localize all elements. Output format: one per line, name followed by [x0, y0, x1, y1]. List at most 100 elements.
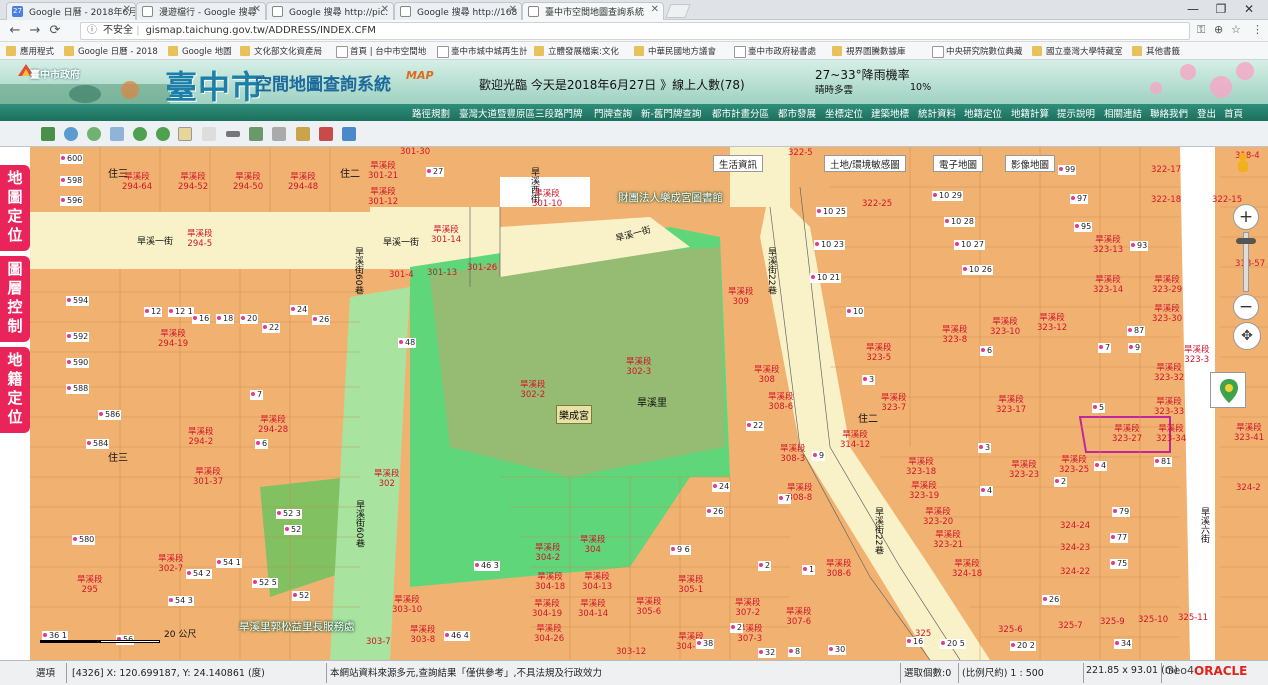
tab-google-calendar[interactable]: 27 Google 日曆 - 2018年6月 ✕ [6, 2, 136, 20]
parcel-label[interactable]: 301-4 [389, 270, 414, 280]
parcel-label[interactable]: 旱溪段 323-18 [906, 457, 936, 477]
parcel-label[interactable]: 旱溪段 323-19 [909, 481, 939, 501]
parcel-label[interactable]: 旱溪段 294-64 [122, 172, 152, 192]
parcel-label[interactable]: 旱溪段 307-6 [786, 607, 812, 627]
parcel-label[interactable]: 旱溪段 305-1 [678, 575, 704, 595]
chart-icon[interactable] [319, 127, 333, 141]
menu-door-number[interactable]: 門牌查詢 [594, 106, 632, 120]
minimize-icon[interactable]: — [1180, 0, 1206, 18]
zoom-minus-icon[interactable] [156, 127, 170, 141]
parcel-label[interactable]: 旱溪段 323-12 [1037, 313, 1067, 333]
menu-route-planning[interactable]: 路徑規劃 [412, 106, 450, 120]
bookmark-sinica[interactable]: 中央研究院數位典藏 [932, 45, 1023, 58]
layer-land-environment-button[interactable]: 土地/環境敏感圖 [824, 155, 906, 172]
bookmark-ntu[interactable]: 國立臺灣大學特藏室 [1032, 45, 1123, 57]
parcel-label[interactable]: 322-17 [1151, 165, 1181, 175]
parcel-label[interactable]: 旱溪段 324-18 [952, 559, 982, 579]
parcel-label[interactable]: 旱溪段 302-3 [626, 357, 652, 377]
parcel-label[interactable]: 325-7 [1058, 621, 1083, 631]
parcel-label[interactable]: 旱溪段 323-34 [1156, 424, 1186, 444]
parcel-label[interactable]: 旱溪段 294-19 [158, 329, 188, 349]
forward-icon[interactable]: → [26, 22, 44, 40]
parcel-label[interactable]: 旱溪段 303-8 [410, 625, 436, 645]
parcel-label[interactable]: 303-12 [616, 647, 646, 657]
parcel-label[interactable]: 旱溪段 323-41 [1234, 423, 1264, 443]
menu-cadastral-locate[interactable]: 地籍定位 [964, 106, 1002, 120]
zoom-in-button[interactable]: + [1233, 204, 1259, 230]
parcel-label[interactable]: 旱溪段 304-19 [532, 599, 562, 619]
close-tab-icon[interactable]: ✕ [509, 4, 517, 15]
parcel-label[interactable]: 旱溪段 305-6 [636, 597, 662, 617]
parcel-label[interactable]: 322-5 [788, 148, 813, 158]
parcel-label[interactable]: 旱溪段 301-10 [532, 189, 562, 209]
tab-search-1[interactable]: 漫遊檔行 - Google 搜尋 ✕ [136, 2, 266, 20]
parcel-label[interactable]: 旱溪段 304-13 [582, 572, 612, 592]
parcel-label[interactable]: 旱溪段 323-33 [1154, 397, 1184, 417]
menu-taiwan-blvd[interactable]: 臺灣大道暨豐原區三段路門牌 [459, 106, 583, 120]
bookmark-secretariat[interactable]: 臺中市政府秘書處 [734, 45, 816, 58]
zoom-out-button[interactable]: − [1233, 294, 1259, 320]
layers-icon[interactable] [249, 127, 263, 141]
pan-hand-icon[interactable] [178, 127, 192, 141]
parcel-label[interactable]: 旱溪段 304 [580, 535, 606, 555]
zoom-slider-thumb[interactable] [1236, 238, 1256, 244]
statistics-icon[interactable] [342, 127, 356, 141]
parcel-label[interactable]: 旱溪段 294-52 [178, 172, 208, 192]
parcel-label[interactable]: 旱溪段 308-6 [826, 559, 852, 579]
parcel-label[interactable]: 旱溪段 302-7 [158, 554, 184, 574]
parcel-label[interactable]: 324-2 [1236, 483, 1261, 493]
parcel-label[interactable]: 322-25 [862, 199, 892, 209]
parcel-label[interactable]: 旱溪段 294-5 [187, 229, 213, 249]
zoom-in-area-icon[interactable] [64, 127, 78, 141]
close-window-icon[interactable]: ✕ [1236, 0, 1262, 18]
menu-cadastral-calc[interactable]: 地籍計算 [1011, 106, 1049, 120]
parcel-label[interactable]: 旱溪段 309 [728, 287, 754, 307]
menu-home[interactable]: 首頁 [1224, 106, 1243, 120]
layer-life-info-button[interactable]: 生活資訊 [713, 155, 764, 172]
parcel-label[interactable]: 322-18 [1151, 195, 1181, 205]
parcel-label[interactable]: 旱溪段 323-17 [996, 395, 1026, 415]
map-canvas[interactable]: 住三 住二 住三 住二 旱溪一街 旱溪一街 旱溪西街 旱溪街60巷 旱溪街60巷… [30, 147, 1268, 660]
zoom-plus-icon[interactable] [133, 127, 147, 141]
new-tab-button[interactable] [665, 4, 691, 18]
layer-image-map-button[interactable]: 影像地圖 [1005, 155, 1056, 172]
parcel-label[interactable]: 旱溪段 295 [77, 575, 103, 595]
select-arrow-icon[interactable] [202, 127, 216, 141]
menu-help[interactable]: 提示說明 [1057, 106, 1095, 120]
tab-gis-map[interactable]: 臺中市空間地圖查詢系統 ✕ [522, 2, 664, 20]
parcel-label[interactable]: 旱溪段 323-25 [1059, 455, 1089, 475]
key-icon[interactable]: ⚿ [1197, 23, 1205, 37]
identify-icon[interactable] [296, 127, 310, 141]
pan-compass-icon[interactable]: ✥ [1233, 322, 1261, 350]
menu-coordinate-locate[interactable]: 坐標定位 [825, 106, 863, 120]
parcel-label[interactable]: 301-13 [427, 268, 457, 278]
parcel-label[interactable]: 325-6 [998, 625, 1023, 635]
parcel-label[interactable]: 303-7 [366, 637, 391, 647]
parcel-label[interactable]: 旱溪段 323-30 [1152, 304, 1182, 324]
parcel-label[interactable]: 旱溪段 294-2 [188, 427, 214, 447]
close-tab-icon[interactable]: ✕ [123, 4, 131, 15]
parcel-label[interactable]: 324-23 [1060, 543, 1090, 553]
menu-links[interactable]: 相關連結 [1104, 106, 1142, 120]
poi-temple[interactable]: 樂成宮 [556, 405, 592, 424]
parcel-label[interactable]: 旱溪段 323-21 [933, 530, 963, 550]
close-tab-icon[interactable]: ✕ [651, 4, 659, 15]
bookmark-calendar[interactable]: Google 日曆 - 2018 [64, 45, 158, 57]
parcel-label[interactable]: 旱溪段 304-18 [535, 572, 565, 592]
bookmark-boch[interactable]: 文化部文化資產局 [240, 45, 322, 57]
measure-ruler-icon[interactable] [226, 131, 240, 137]
parcel-label[interactable]: 旱溪段 304-14 [578, 599, 608, 619]
tab-search-2[interactable]: Google 搜尋 http://pic. ✕ [266, 2, 394, 20]
poi-village-office[interactable]: 旱溪里郭松益里長服務處 [239, 619, 355, 634]
menu-contact[interactable]: 聯絡我們 [1150, 106, 1188, 120]
parcel-label[interactable]: 旱溪段 307-2 [735, 598, 761, 618]
parcel-label[interactable]: 旱溪段 304-26 [534, 624, 564, 644]
print-icon[interactable] [272, 127, 286, 141]
parcel-label[interactable]: 旱溪段 323-8 [942, 325, 968, 345]
side-tab-map-locate[interactable]: 地圖定位 [0, 165, 30, 251]
status-mode[interactable]: 選項 [36, 665, 55, 679]
maximize-icon[interactable]: ❐ [1208, 0, 1234, 18]
side-tab-cadastral-locate[interactable]: 地籍定位 [0, 347, 30, 433]
parcel-label[interactable]: 旱溪段 302 [374, 469, 400, 489]
parcel-label[interactable]: 旱溪段 294-50 [233, 172, 263, 192]
